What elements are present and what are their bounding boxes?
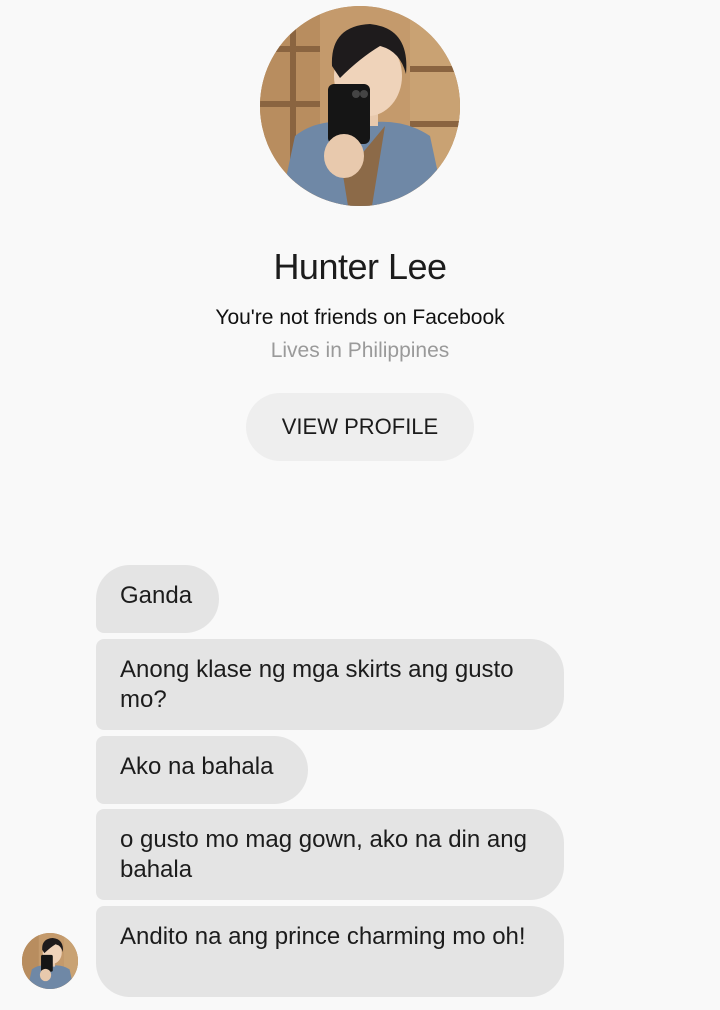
sender-avatar[interactable]: [22, 933, 78, 989]
profile-photo-image: [260, 6, 460, 206]
message-bubble[interactable]: Anong klase ng mga skirts ang gusto mo?: [96, 639, 564, 730]
profile-photo[interactable]: [260, 6, 460, 206]
message-bubble[interactable]: Ganda: [96, 565, 219, 633]
location-text: Lives in Philippines: [270, 339, 450, 362]
friend-status-text: You're not friends on Facebook: [215, 306, 505, 329]
avatar-image: [22, 933, 78, 989]
view-profile-button[interactable]: VIEW PROFILE: [246, 393, 474, 461]
message-bubble[interactable]: o gusto mo mag gown, ako na din ang baha…: [96, 809, 564, 900]
message-bubble[interactable]: Ako na bahala: [96, 736, 308, 804]
message-bubble[interactable]: Andito na ang prince charming mo oh!: [96, 906, 564, 997]
profile-name: Hunter Lee: [273, 246, 447, 287]
